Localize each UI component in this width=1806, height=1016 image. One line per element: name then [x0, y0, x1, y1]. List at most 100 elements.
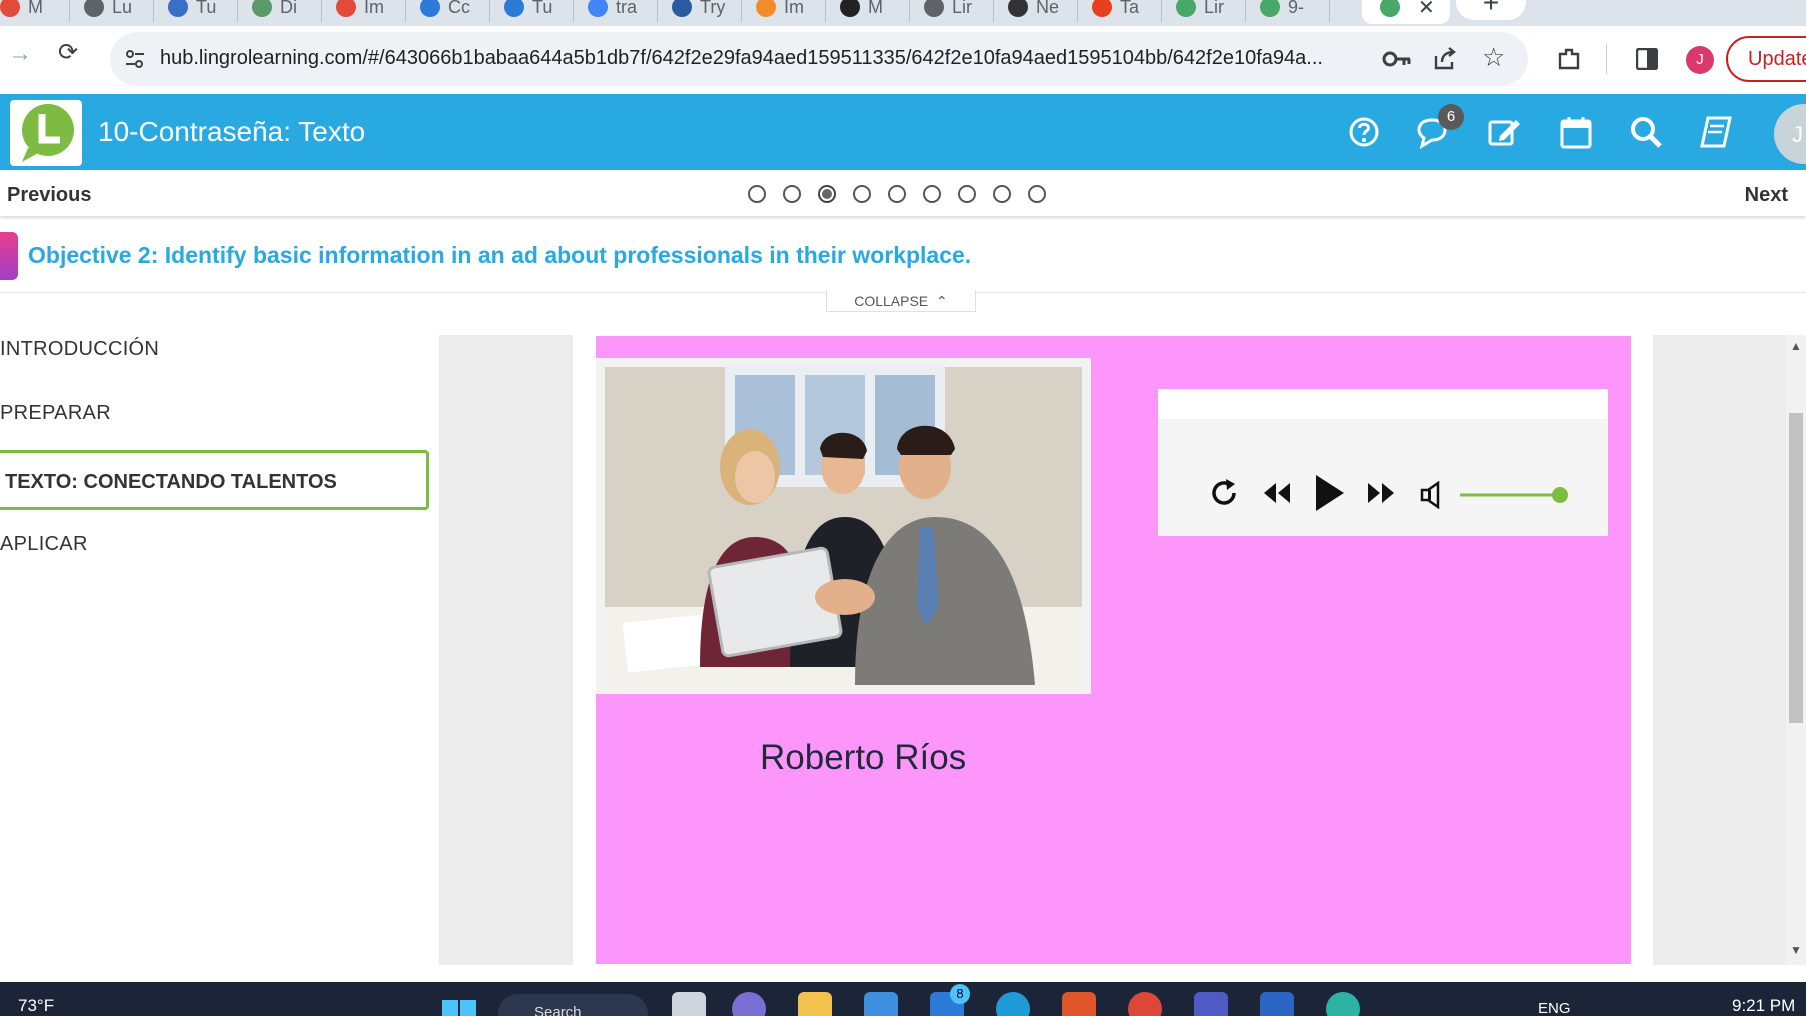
- step-dot-active[interactable]: [818, 185, 836, 203]
- browser-tab[interactable]: Ne: [994, 0, 1078, 22]
- browser-tab[interactable]: Tu: [490, 0, 574, 22]
- step-dot[interactable]: [958, 185, 976, 203]
- teams-icon[interactable]: [1194, 992, 1228, 1016]
- nav-item-aplicar[interactable]: APLICAR: [0, 533, 88, 556]
- file-explorer-icon[interactable]: [798, 992, 832, 1016]
- tab-favicon-icon: [420, 0, 440, 17]
- tab-favicon-icon: [1176, 0, 1196, 17]
- tab-favicon-icon: [672, 0, 692, 17]
- next-button[interactable]: Next: [1745, 184, 1788, 207]
- step-dot[interactable]: [853, 185, 871, 203]
- calendar-icon[interactable]: [1558, 114, 1594, 150]
- share-icon[interactable]: [1432, 46, 1458, 72]
- browser-tab[interactable]: Im: [322, 0, 406, 22]
- nav-item-preparar[interactable]: PREPARAR: [0, 402, 111, 425]
- rewind-icon[interactable]: [1262, 481, 1292, 505]
- browser-tab[interactable]: Lir: [910, 0, 994, 22]
- browser-tab[interactable]: Lu: [70, 0, 154, 22]
- update-button[interactable]: Update: [1726, 36, 1806, 82]
- browser-tab[interactable]: Ta: [1078, 0, 1162, 22]
- edit-notes-icon[interactable]: [1486, 114, 1522, 150]
- site-settings-icon[interactable]: [124, 48, 146, 70]
- browser-app-icon[interactable]: [1326, 992, 1360, 1016]
- password-key-icon[interactable]: [1382, 47, 1412, 71]
- step-dot[interactable]: [993, 185, 1011, 203]
- taskbar-search[interactable]: Search: [498, 994, 648, 1016]
- tab-label: Lu: [112, 0, 133, 17]
- play-icon[interactable]: [1312, 473, 1346, 513]
- task-view-icon[interactable]: [672, 992, 706, 1016]
- url-text[interactable]: hub.lingrolearning.com/#/643066b1babaa64…: [160, 47, 1400, 70]
- reload-icon[interactable]: ⟳: [58, 38, 78, 67]
- collapse-button[interactable]: COLLAPSE ⌃: [826, 290, 976, 312]
- tab-favicon-icon: [84, 0, 104, 17]
- extensions-icon[interactable]: [1556, 46, 1582, 72]
- replay-icon[interactable]: [1208, 477, 1240, 509]
- previous-button[interactable]: Previous: [7, 184, 91, 207]
- language-indicator[interactable]: ENG: [1538, 1000, 1571, 1016]
- side-panel-icon[interactable]: [1636, 48, 1658, 70]
- chat-app-icon[interactable]: [732, 992, 766, 1016]
- volume-icon[interactable]: [1420, 481, 1442, 509]
- tab-label: M: [28, 0, 43, 17]
- browser-tab[interactable]: M: [826, 0, 910, 22]
- tab-favicon-icon: [504, 0, 524, 17]
- new-tab-button[interactable]: +: [1456, 0, 1526, 20]
- messages-count-badge: 6: [1438, 104, 1464, 130]
- browser-tab[interactable]: Di: [238, 0, 322, 22]
- tab-label: Lir: [952, 0, 973, 17]
- tab-favicon-icon: [840, 0, 860, 17]
- browser-tab[interactable]: Cc: [406, 0, 490, 22]
- step-dot[interactable]: [888, 185, 906, 203]
- close-tab-icon[interactable]: ✕: [1418, 0, 1435, 20]
- content-scrollbar[interactable]: ▲ ▼: [1786, 335, 1806, 965]
- profile-avatar[interactable]: J: [1686, 46, 1714, 74]
- scrollbar-thumb[interactable]: [1789, 413, 1803, 723]
- scroll-down-arrow-icon[interactable]: ▼: [1790, 943, 1802, 957]
- weather-widget[interactable]: 73°F: [18, 996, 54, 1016]
- step-dot[interactable]: [783, 185, 801, 203]
- help-icon[interactable]: [1346, 114, 1382, 150]
- browser-tab[interactable]: Try: [658, 0, 742, 22]
- volume-slider[interactable]: [1458, 485, 1568, 505]
- browser-tab[interactable]: tra: [574, 0, 658, 22]
- step-dot[interactable]: [748, 185, 766, 203]
- chrome-icon[interactable]: [1128, 992, 1162, 1016]
- word-icon[interactable]: [1260, 992, 1294, 1016]
- user-avatar[interactable]: J: [1774, 104, 1806, 164]
- store-icon[interactable]: [864, 992, 898, 1016]
- browser-tab[interactable]: Im: [742, 0, 826, 22]
- address-bar[interactable]: hub.lingrolearning.com/#/643066b1babaa64…: [110, 32, 1528, 86]
- tab-favicon-icon: [924, 0, 944, 17]
- browser-tab[interactable]: 9-: [1246, 0, 1330, 22]
- clock[interactable]: 9:21 PM: [1732, 996, 1795, 1016]
- browser-tab[interactable]: Lir: [1162, 0, 1246, 22]
- nav-item-texto-active[interactable]: TEXTO: CONECTANDO TALENTOS: [0, 450, 429, 510]
- page-title: 10-Contraseña: Texto: [98, 116, 366, 147]
- step-dot[interactable]: [923, 185, 941, 203]
- audio-player-header: [1158, 389, 1608, 419]
- search-icon[interactable]: [1628, 114, 1664, 150]
- step-dot[interactable]: [1028, 185, 1046, 203]
- logo-icon: [22, 104, 74, 162]
- browser-tab[interactable]: Tu: [154, 0, 238, 22]
- fast-forward-icon[interactable]: [1366, 481, 1396, 505]
- active-tab[interactable]: ✕: [1362, 0, 1450, 24]
- office-icon[interactable]: [1062, 992, 1096, 1016]
- tab-favicon-icon: [756, 0, 776, 17]
- collapse-label: COLLAPSE: [854, 293, 929, 309]
- content-gutter-left: [439, 335, 573, 965]
- tab-favicon-icon: [1008, 0, 1028, 17]
- browser-tab[interactable]: M: [0, 0, 70, 22]
- windows-start-icon[interactable]: [442, 1000, 476, 1016]
- book-icon[interactable]: [1698, 114, 1734, 150]
- nav-item-introduccion[interactable]: INTRODUCCIÓN: [0, 338, 159, 361]
- edge-icon[interactable]: [996, 992, 1030, 1016]
- lingro-logo[interactable]: [10, 100, 82, 166]
- tab-label: Di: [280, 0, 297, 17]
- bookmark-star-icon[interactable]: ☆: [1482, 42, 1505, 73]
- mail-icon[interactable]: 8: [930, 984, 970, 1016]
- forward-arrow-icon[interactable]: →: [8, 40, 32, 68]
- search-placeholder: Search: [534, 1004, 582, 1016]
- scroll-up-arrow-icon[interactable]: ▲: [1790, 339, 1802, 353]
